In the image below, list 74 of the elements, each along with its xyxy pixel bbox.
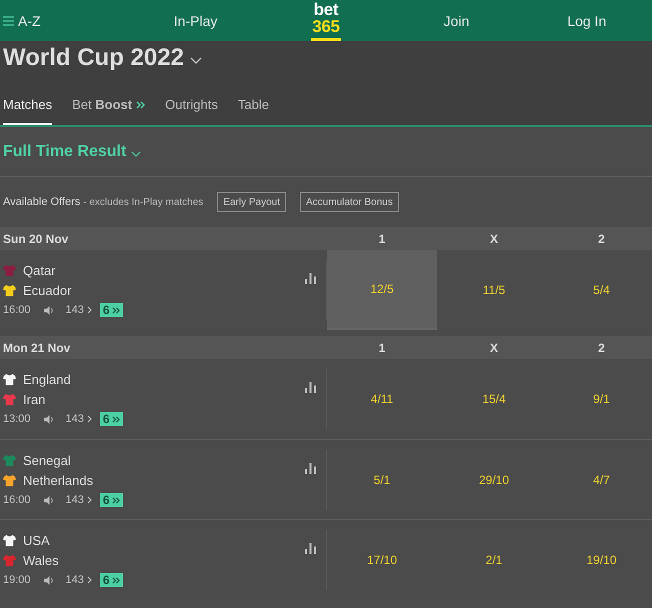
column-heading: 2 (598, 340, 605, 354)
caret-icon (190, 56, 202, 64)
kick-off-time: 16:00 (3, 304, 31, 316)
more-markets-link[interactable]: 143 (66, 494, 92, 506)
tab[interactable]: Bet Boost (72, 97, 146, 125)
team-name: Qatar (23, 262, 56, 278)
odds-button[interactable]: 5/4 (551, 250, 652, 330)
team-name: USA (23, 532, 50, 548)
column-heading: 1 (378, 340, 386, 354)
odds-button[interactable]: 12/5 (327, 250, 437, 330)
speaker-icon (44, 496, 55, 504)
team-name: Iran (23, 392, 46, 406)
competition-dropdown[interactable]: World Cup 2022 (3, 46, 202, 70)
tab[interactable]: Outrights (165, 97, 218, 125)
offers-label: Available Offers (3, 196, 80, 208)
chevron-icon (86, 496, 92, 504)
date-label: Sun 20 Nov (2, 232, 68, 246)
double-chevron-icon (136, 101, 146, 109)
odds-button[interactable]: 9/1 (551, 359, 652, 439)
more-markets-link[interactable]: 143 (66, 574, 92, 586)
double-chevron-icon (112, 576, 120, 584)
more-markets-link[interactable]: 143 (66, 304, 92, 316)
speaker-icon (44, 414, 55, 424)
odds-button[interactable]: 4/11 (327, 359, 437, 439)
offer-button[interactable]: Accumulator Bonus (300, 192, 399, 212)
nav-link[interactable]: Log In (567, 12, 606, 28)
odds-button[interactable]: 15/4 (437, 359, 551, 439)
double-chevron-icon (112, 416, 120, 422)
stats-icon[interactable] (305, 463, 316, 474)
chevron-icon (86, 306, 92, 314)
bet-boost-badge[interactable]: 6 (100, 493, 123, 507)
offer-button[interactable]: Early Payout (217, 192, 286, 212)
chevron-icon (86, 415, 92, 423)
odds-button[interactable]: 19/10 (551, 520, 652, 600)
stats-icon[interactable] (305, 382, 316, 393)
team-name: Senegal (23, 452, 71, 468)
menu-icon (3, 16, 14, 26)
chevron-icon (86, 576, 92, 584)
speaker-icon (44, 576, 55, 584)
odds-button[interactable]: 5/1 (327, 440, 437, 520)
column-heading: 1 (378, 232, 386, 246)
tab[interactable]: Table (238, 97, 269, 125)
caret-icon (131, 150, 142, 156)
more-markets-link[interactable]: 143 (66, 413, 92, 425)
stats-icon[interactable] (305, 273, 316, 284)
bet-boost-badge[interactable]: 6 (100, 303, 123, 317)
date-label: Mon 21 Nov (2, 340, 70, 354)
column-heading: X (490, 340, 498, 354)
nav-link[interactable]: Join (444, 12, 470, 28)
tab[interactable]: Matches (3, 97, 52, 125)
kick-off-time: 16:00 (3, 494, 31, 506)
odds-button[interactable]: 29/10 (437, 440, 551, 520)
bet-boost-badge[interactable]: 6 (100, 412, 123, 426)
column-heading: X (490, 232, 498, 246)
team-name: England (23, 372, 71, 386)
speaker-icon (44, 306, 55, 314)
team-name: Netherlands (23, 472, 94, 488)
column-heading: 2 (598, 232, 605, 246)
kick-off-time: 13:00 (3, 413, 31, 425)
menu-button[interactable]: A-Z (3, 12, 41, 28)
kick-off-time: 19:00 (3, 574, 31, 586)
odds-button[interactable]: 17/10 (327, 520, 437, 600)
market-dropdown[interactable]: Full Time Result (3, 142, 142, 162)
nav-link[interactable]: In-Play (174, 12, 218, 28)
odds-button[interactable]: 11/5 (437, 250, 551, 330)
offers-note: - excludes In-Play matches (83, 196, 204, 208)
team-name: Wales (23, 552, 59, 568)
double-chevron-icon (112, 496, 120, 504)
odds-button[interactable]: 4/7 (551, 440, 652, 520)
odds-button[interactable]: 2/1 (437, 520, 551, 600)
double-chevron-icon (112, 306, 120, 314)
stats-icon[interactable] (305, 543, 316, 554)
bet-boost-badge[interactable]: 6 (100, 573, 123, 587)
team-name: Ecuador (23, 282, 72, 298)
